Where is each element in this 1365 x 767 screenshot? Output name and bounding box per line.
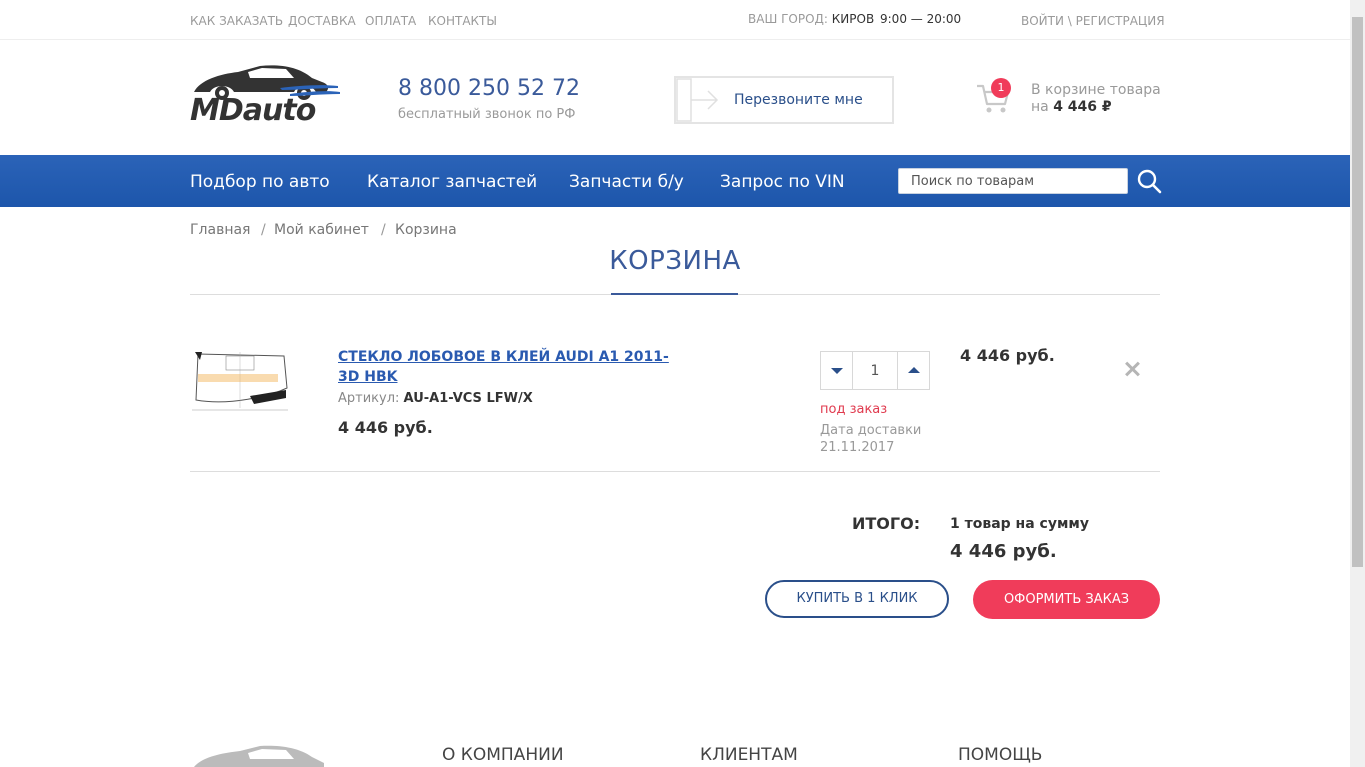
row-total-price: 4 446 руб. (960, 346, 1055, 365)
breadcrumb-separator: / (261, 222, 266, 238)
breadcrumb-current: Корзина (395, 222, 457, 238)
quantity-stepper (820, 351, 930, 390)
city-value[interactable]: КИРОВ (832, 12, 874, 26)
site-logo[interactable]: MDauto (190, 62, 342, 128)
search-icon[interactable] (1136, 168, 1162, 194)
nav-used-parts[interactable]: Запчасти б/у (569, 172, 684, 192)
breadcrumb-cabinet[interactable]: Мой кабинет (274, 222, 369, 238)
item-divider (190, 471, 1160, 472)
working-hours: 9:00 — 20:00 (880, 12, 962, 26)
cart-amount-prefix: на (1031, 99, 1054, 115)
quantity-decrease-button[interactable] (821, 352, 853, 389)
scrollbar-thumb[interactable] (1352, 17, 1363, 567)
delivery-date-label: Дата доставки (820, 423, 922, 438)
cart-sum: 4 446 ₽ (1053, 99, 1112, 115)
city-selector: ВАШ ГОРОД: КИРОВ (748, 12, 874, 26)
stock-status: под заказ (820, 402, 888, 417)
title-underline (611, 293, 738, 295)
quantity-increase-button[interactable] (897, 352, 929, 389)
search-input[interactable] (898, 168, 1128, 194)
footer-about-company[interactable]: О КОМПАНИИ (442, 745, 564, 765)
breadcrumb-home[interactable]: Главная (190, 222, 250, 238)
cart-count-badge: 1 (991, 78, 1011, 98)
windshield-thumbnail[interactable] (190, 348, 290, 414)
callback-button[interactable]: Перезвоните мне (674, 76, 894, 124)
product-name-link[interactable]: СТЕКЛО ЛОБОВОЕ В КЛЕЙ AUDI A1 2011- 3D H… (338, 347, 688, 387)
cart-summary-label: В корзине товара (1031, 82, 1161, 98)
footer-help[interactable]: ПОМОЩЬ (958, 745, 1042, 765)
total-label: ИТОГО: (852, 514, 921, 533)
sku-label: Артикул: (338, 391, 404, 406)
callback-label: Перезвоните мне (734, 92, 863, 108)
quantity-input[interactable] (853, 352, 897, 389)
product-sku: Артикул: AU-A1-VCS LFW/X (338, 391, 533, 406)
checkout-button[interactable]: ОФОРМИТЬ ЗАКАЗ (973, 580, 1160, 619)
footer-clients[interactable]: КЛИЕНТАМ (700, 745, 798, 765)
remove-item-close-icon[interactable] (1122, 359, 1142, 379)
main-navigation: Подбор по авто Каталог запчастей Запчаст… (0, 155, 1350, 207)
phone-subtitle: бесплатный звонок по РФ (398, 107, 576, 122)
how-to-order-link[interactable]: КАК ЗАКАЗАТЬ (190, 14, 283, 28)
breadcrumb-separator: / (381, 222, 386, 238)
buy-one-click-button[interactable]: КУПИТЬ В 1 КЛИК (765, 580, 949, 618)
footer-logo-icon[interactable] (190, 745, 330, 767)
phone-number[interactable]: 8 800 250 52 72 (398, 76, 580, 101)
cart-summary-amount: на 4 446 ₽ (1031, 99, 1112, 115)
nav-car-selection[interactable]: Подбор по авто (190, 172, 330, 192)
top-bar: КАК ЗАКАЗАТЬ ДОСТАВКА ОПЛАТА КОНТАКТЫ ВА… (0, 0, 1350, 40)
login-register-link[interactable]: ВОЙТИ \ РЕГИСТРАЦИЯ (1021, 14, 1165, 28)
page-title: КОРЗИНА (609, 246, 741, 276)
product-unit-price: 4 446 руб. (338, 418, 433, 437)
total-sum: 4 446 руб. (950, 541, 1057, 562)
total-count: 1 товар на сумму (950, 516, 1089, 532)
sku-value: AU-A1-VCS LFW/X (403, 391, 533, 406)
payment-link[interactable]: ОПЛАТА (365, 14, 416, 28)
nav-parts-catalog[interactable]: Каталог запчастей (367, 172, 537, 192)
delivery-link[interactable]: ДОСТАВКА (288, 14, 356, 28)
delivery-date-value: 21.11.2017 (820, 440, 895, 455)
city-label: ВАШ ГОРОД: (748, 12, 828, 26)
logo-text: MDauto (190, 93, 316, 128)
phone-frame-icon (676, 78, 719, 122)
nav-vin-request[interactable]: Запрос по VIN (720, 172, 845, 192)
contacts-link[interactable]: КОНТАКТЫ (428, 14, 497, 28)
